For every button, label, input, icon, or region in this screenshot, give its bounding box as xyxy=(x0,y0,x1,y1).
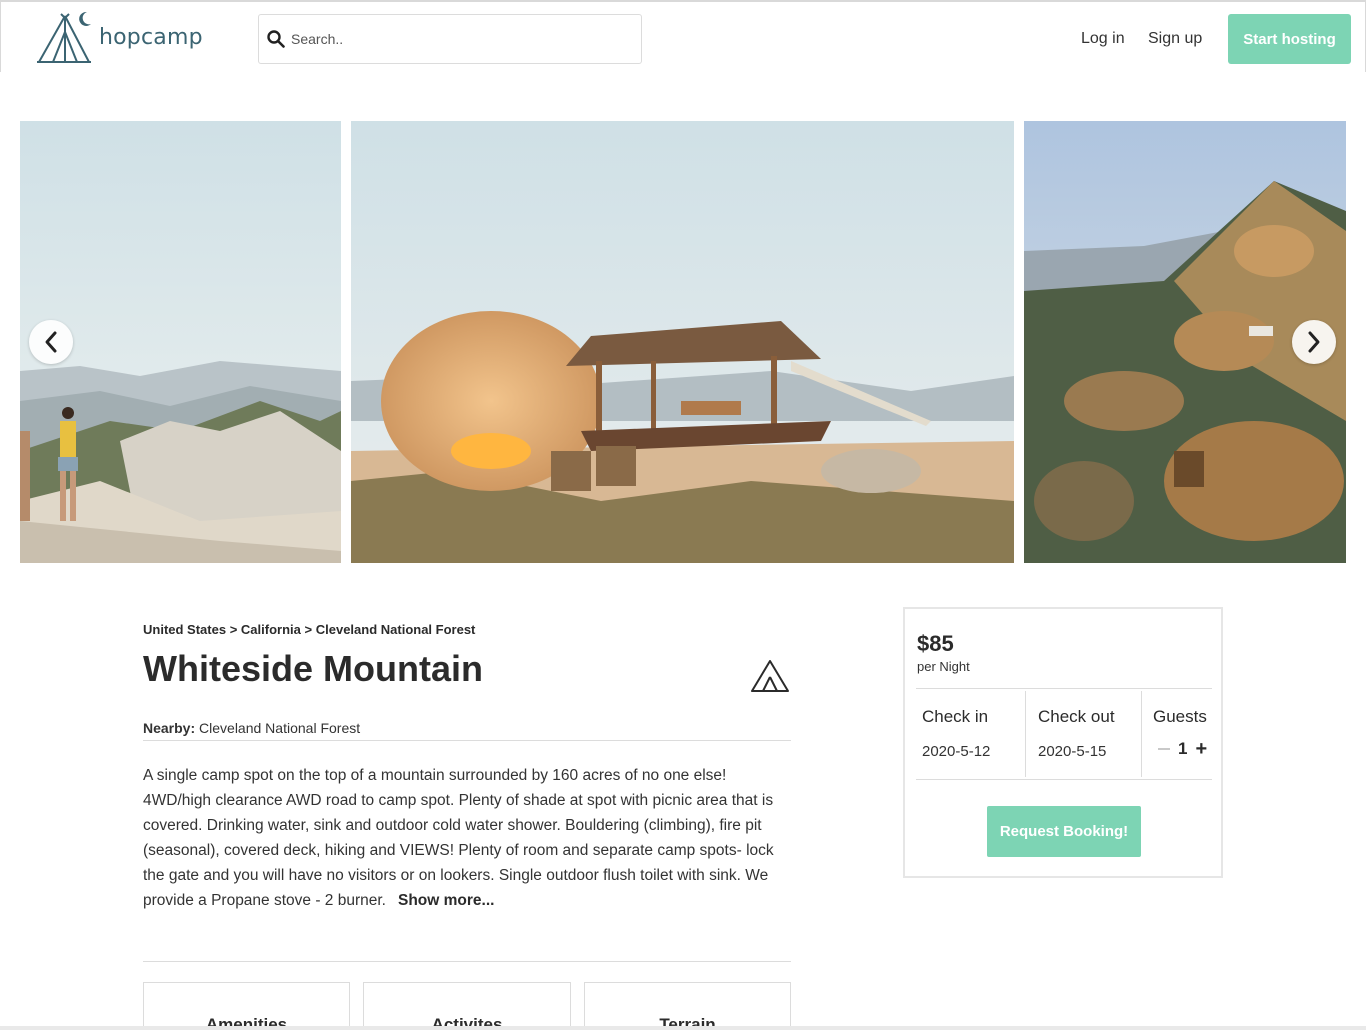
booking-card: $85 per Night Check in 2020-5-12 Check o… xyxy=(903,607,1223,878)
signup-link[interactable]: Sign up xyxy=(1148,30,1202,48)
guests-field: Guests 1 + xyxy=(1141,691,1212,777)
check-out-value: 2020-5-15 xyxy=(1038,743,1107,760)
gallery-photo-gazebo[interactable] xyxy=(351,121,1014,563)
page-bottom-edge xyxy=(0,1026,1366,1030)
increment-guests-button[interactable]: + xyxy=(1195,739,1207,759)
price-unit: per Night xyxy=(917,659,970,674)
start-hosting-button[interactable]: Start hosting xyxy=(1228,14,1351,64)
check-out-label: Check out xyxy=(1038,707,1115,726)
nearby-label: Nearby: xyxy=(143,720,196,736)
guest-count: 1 xyxy=(1178,739,1188,758)
hopcamp-logo[interactable]: hopcamp xyxy=(35,10,203,64)
nearby-value: Cleveland National Forest xyxy=(199,720,361,736)
section-divider xyxy=(143,961,791,962)
listing-description: A single camp spot on the top of a mount… xyxy=(143,763,793,913)
tab-activites[interactable]: Activites xyxy=(363,982,571,1030)
login-link[interactable]: Log in xyxy=(1081,30,1125,48)
nearby-info: Nearby: Cleveland National Forest xyxy=(143,720,360,736)
check-in-value: 2020-5-12 xyxy=(922,743,991,760)
breadcrumb-state[interactable]: California xyxy=(241,622,301,637)
section-divider xyxy=(143,740,791,741)
guest-stepper: 1 + xyxy=(1158,739,1207,759)
carousel-prev-button[interactable] xyxy=(29,320,73,364)
top-nav: hopcamp Log in Sign up Start hosting xyxy=(0,0,1366,72)
chevron-right-icon xyxy=(1308,331,1320,353)
tent-logo-icon xyxy=(37,11,91,63)
breadcrumb-country[interactable]: United States xyxy=(143,622,226,637)
guests-label: Guests xyxy=(1153,707,1207,726)
request-booking-button[interactable]: Request Booking! xyxy=(987,806,1141,857)
tab-terrain[interactable]: Terrain xyxy=(584,982,791,1030)
booking-divider xyxy=(916,688,1212,689)
search-icon xyxy=(267,30,285,48)
breadcrumb-separator: > xyxy=(304,622,316,637)
tent-outline-icon xyxy=(751,660,789,692)
search-input[interactable] xyxy=(291,31,631,47)
breadcrumb: United States > California > Cleveland N… xyxy=(143,622,475,637)
decrement-guests-button[interactable] xyxy=(1158,748,1170,750)
show-more-link[interactable]: Show more... xyxy=(398,892,494,909)
carousel-next-button[interactable] xyxy=(1292,320,1336,364)
brand-name: hopcamp xyxy=(99,24,203,50)
description-text: A single camp spot on the top of a mount… xyxy=(143,767,774,909)
check-out-field[interactable]: Check out 2020-5-15 xyxy=(1025,691,1141,777)
listing-title: Whiteside Mountain xyxy=(143,648,483,689)
photo-carousel xyxy=(20,121,1346,563)
check-in-field[interactable]: Check in 2020-5-12 xyxy=(916,691,1025,777)
booking-divider xyxy=(916,779,1212,780)
breadcrumb-separator: > xyxy=(229,622,241,637)
check-in-label: Check in xyxy=(922,707,989,726)
tab-amenities[interactable]: Amenities xyxy=(143,982,350,1030)
search-bar xyxy=(258,14,642,64)
chevron-left-icon xyxy=(45,331,57,353)
breadcrumb-forest[interactable]: Cleveland National Forest xyxy=(316,622,476,637)
nightly-price: $85 xyxy=(917,631,954,656)
